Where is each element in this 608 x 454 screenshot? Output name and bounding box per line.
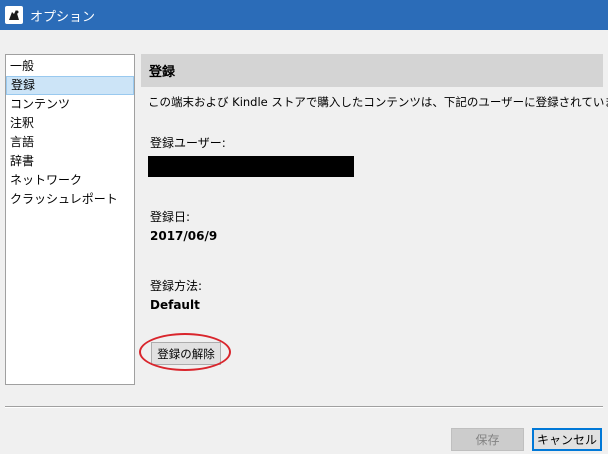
- registration-method-value: Default: [150, 298, 200, 312]
- kindle-reader-icon: [5, 6, 23, 24]
- registration-description: この端末および Kindle ストアで購入したコンテンツは、下記のユーザーに登録…: [148, 95, 608, 109]
- footer-divider: [5, 406, 603, 408]
- deregister-button[interactable]: 登録の解除: [151, 342, 221, 365]
- sidebar-item-registration[interactable]: 登録: [6, 76, 134, 95]
- redacted-user-name: [148, 156, 354, 177]
- sidebar-item-general[interactable]: 一般: [6, 57, 134, 76]
- options-sidebar: 一般 登録 コンテンツ 注釈 言語 辞書 ネットワーク クラッシュレポート: [5, 54, 135, 385]
- sidebar-item-network[interactable]: ネットワーク: [6, 171, 134, 190]
- sidebar-item-annotations[interactable]: 注釈: [6, 114, 134, 133]
- title-bar: オプション: [0, 0, 608, 30]
- sidebar-item-dictionary[interactable]: 辞書: [6, 152, 134, 171]
- sidebar-item-content[interactable]: コンテンツ: [6, 95, 134, 114]
- registration-method-label: 登録方法:: [150, 279, 203, 293]
- panel-title: 登録: [141, 54, 603, 87]
- cancel-button[interactable]: キャンセル: [532, 428, 602, 451]
- window-title: オプション: [30, 9, 96, 25]
- registered-user-label: 登録ユーザー:: [150, 136, 226, 150]
- save-button[interactable]: 保存: [451, 428, 524, 451]
- registration-date-label: 登録日:: [150, 210, 191, 224]
- sidebar-item-crash-report[interactable]: クラッシュレポート: [6, 190, 134, 209]
- registration-date-value: 2017/06/9: [150, 229, 218, 243]
- sidebar-item-language[interactable]: 言語: [6, 133, 134, 152]
